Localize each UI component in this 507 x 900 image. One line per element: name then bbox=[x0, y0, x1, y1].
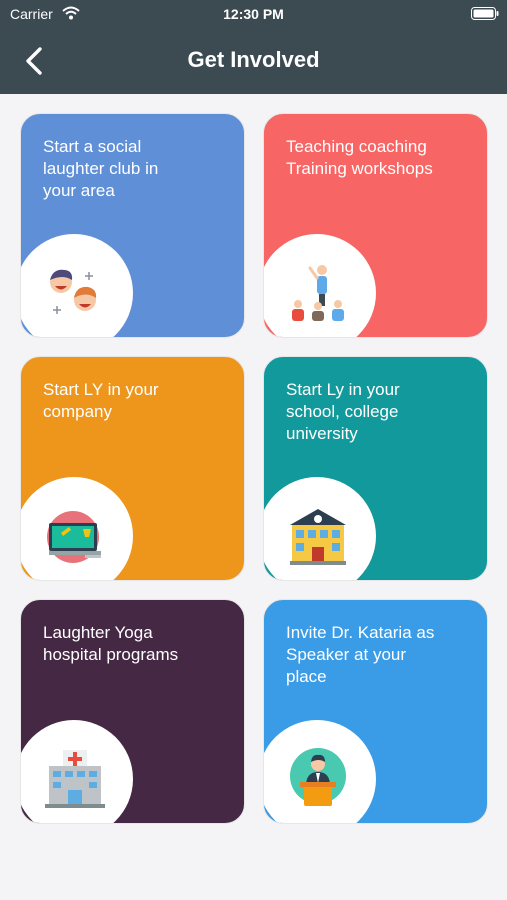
card-title: Invite Dr. Kataria as Speaker at your pl… bbox=[286, 623, 435, 686]
card-title: Start Ly in your school, college univers… bbox=[286, 380, 400, 443]
card-title: Laughter Yoga hospital programs bbox=[43, 623, 179, 664]
card-title: Teaching coaching Training workshops bbox=[286, 137, 433, 178]
hospital-icon bbox=[45, 750, 105, 808]
nav-bar: Get Involved bbox=[0, 28, 507, 94]
page-title: Get Involved bbox=[187, 47, 320, 72]
status-time: 12:30 PM bbox=[223, 6, 284, 22]
laughing-faces-icon bbox=[50, 269, 97, 314]
trainer-audience-icon bbox=[292, 265, 344, 321]
card-teaching-workshops[interactable]: Teaching coaching Training workshops bbox=[263, 113, 488, 338]
card-start-ly-school[interactable]: Start Ly in your school, college univers… bbox=[263, 356, 488, 581]
card-hospital-programs[interactable]: Laughter Yoga hospital programs bbox=[20, 599, 245, 824]
card-title: Start LY in your company bbox=[43, 380, 159, 421]
card-invite-speaker[interactable]: Invite Dr. Kataria as Speaker at your pl… bbox=[263, 599, 488, 824]
card-start-ly-company[interactable]: Start LY in your company bbox=[20, 356, 245, 581]
card-social-laughter-club[interactable]: Start a social laughter club in your are… bbox=[20, 113, 245, 338]
school-building-icon bbox=[290, 509, 346, 565]
office-desk-icon bbox=[47, 511, 101, 563]
status-bar: Carrier 12:30 PM bbox=[0, 0, 507, 28]
speaker-podium-icon bbox=[290, 748, 346, 806]
card-title: Start a social laughter club in your are… bbox=[43, 137, 159, 200]
battery-icon bbox=[471, 7, 499, 20]
